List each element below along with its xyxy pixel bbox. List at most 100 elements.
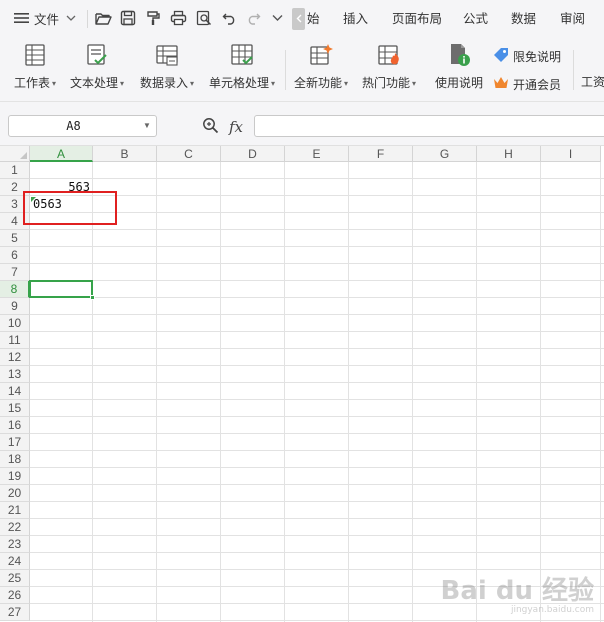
column-header-h[interactable]: H — [477, 146, 541, 162]
row-header-3[interactable]: 3 — [0, 196, 30, 213]
row-header-1[interactable]: 1 — [0, 162, 30, 179]
row-gridline — [30, 484, 604, 485]
row-header-11[interactable]: 11 — [0, 332, 30, 349]
cell-a3[interactable]: 0563 — [30, 196, 93, 213]
tab-insert[interactable]: 插入 — [343, 0, 368, 36]
column-gridline — [600, 162, 601, 622]
row-gridline — [30, 620, 604, 621]
select-all-button[interactable] — [0, 146, 30, 162]
column-header-a[interactable]: A — [30, 146, 93, 162]
row-header-19[interactable]: 19 — [0, 468, 30, 485]
text-number-indicator-icon — [31, 197, 36, 202]
row-header-8[interactable]: 8 — [0, 281, 30, 298]
document-info-icon — [447, 43, 471, 67]
column-header-c[interactable]: C — [157, 146, 221, 162]
row-header-25[interactable]: 25 — [0, 570, 30, 587]
row-header-20[interactable]: 20 — [0, 485, 30, 502]
undo-icon — [222, 11, 237, 25]
row-gridline — [30, 518, 604, 519]
dropdown-caret-icon: ▾ — [412, 79, 417, 88]
open-button[interactable] — [95, 0, 112, 36]
print-button[interactable] — [170, 0, 187, 36]
payroll-button[interactable]: 工资 — [581, 71, 604, 91]
row-gridline — [30, 178, 604, 179]
redo-button[interactable] — [246, 0, 261, 36]
row-header-9[interactable]: 9 — [0, 298, 30, 315]
tab-scroll-left-button[interactable] — [292, 8, 305, 30]
zoom-search-icon[interactable] — [202, 117, 219, 137]
row-gridline — [30, 331, 604, 332]
row-header-23[interactable]: 23 — [0, 536, 30, 553]
formula-tools: fx — [202, 117, 243, 137]
cell-processing-button[interactable]: 单元格处理 ▾ — [204, 40, 280, 96]
row-header-27[interactable]: 27 — [0, 604, 30, 621]
vip-membership-button[interactable]: 开通会员 — [493, 74, 561, 94]
tag-icon — [493, 47, 513, 66]
tab-data[interactable]: 数据 — [511, 0, 536, 36]
row-gridline — [30, 433, 604, 434]
text-processing-icon — [85, 43, 109, 67]
column-header-e[interactable]: E — [285, 146, 349, 162]
formula-input[interactable] — [254, 115, 604, 137]
row-header-26[interactable]: 26 — [0, 587, 30, 604]
row-header-7[interactable]: 7 — [0, 264, 30, 281]
row-header-4[interactable]: 4 — [0, 213, 30, 230]
worksheet-button[interactable]: 工作表 ▾ — [8, 40, 62, 96]
data-entry-button[interactable]: 数据录入 ▾ — [135, 40, 199, 96]
row-header-5[interactable]: 5 — [0, 230, 30, 247]
active-cell-selection[interactable] — [29, 280, 95, 300]
column-gridline — [412, 162, 413, 622]
quick-access-more-button[interactable] — [272, 0, 283, 36]
file-menu-button[interactable]: 文件 — [14, 0, 76, 36]
row-gridline — [30, 552, 604, 553]
row-header-21[interactable]: 21 — [0, 502, 30, 519]
row-header-17[interactable]: 17 — [0, 434, 30, 451]
row-header-24[interactable]: 24 — [0, 553, 30, 570]
spreadsheet-grid[interactable]: ABCDEFGHI 1 2 3 4 5 6 7 8 9 10 11 12 13 14 15 16 17 18 19 2… — [0, 146, 604, 622]
row-header-10[interactable]: 10 — [0, 315, 30, 332]
hot-features-button[interactable]: 热门功能 ▾ — [358, 40, 420, 96]
cell-a2[interactable]: 563 — [30, 179, 93, 196]
print-preview-button[interactable] — [196, 0, 213, 36]
chevron-left-icon — [296, 12, 302, 26]
chevron-down-icon — [66, 15, 76, 22]
dropdown-caret-icon: ▾ — [120, 79, 125, 88]
row-header-15[interactable]: 15 — [0, 400, 30, 417]
row-header-14[interactable]: 14 — [0, 383, 30, 400]
row-header-16[interactable]: 16 — [0, 417, 30, 434]
name-box[interactable]: A8 ▼ — [8, 115, 157, 137]
free-trial-info-button[interactable]: 限免说明 — [493, 46, 561, 66]
row-header-18[interactable]: 18 — [0, 451, 30, 468]
row-gridline — [30, 501, 604, 502]
free-trial-info-label: 限免说明 — [513, 49, 562, 64]
worksheet-label: 工作表 — [13, 76, 50, 90]
new-features-button[interactable]: 全新功能 ▾ — [290, 40, 352, 96]
row-header-13[interactable]: 13 — [0, 366, 30, 383]
tab-page-layout[interactable]: 页面布局 — [392, 0, 442, 36]
column-header-b[interactable]: B — [93, 146, 157, 162]
tab-review[interactable]: 审阅 — [560, 0, 585, 36]
row-header-2[interactable]: 2 — [0, 179, 30, 196]
row-header-12[interactable]: 12 — [0, 349, 30, 366]
save-button[interactable] — [120, 0, 136, 36]
format-painter-button[interactable] — [145, 0, 161, 36]
usage-guide-button[interactable]: 使用说明 — [430, 40, 488, 96]
row-header-22[interactable]: 22 — [0, 519, 30, 536]
chevron-down-icon[interactable]: ▼ — [140, 116, 154, 136]
tab-formulas[interactable]: 公式 — [463, 0, 488, 36]
column-header-d[interactable]: D — [221, 146, 285, 162]
row-gridline — [30, 365, 604, 366]
column-gridline — [156, 162, 157, 622]
column-header-g[interactable]: G — [413, 146, 477, 162]
hot-features-icon — [377, 43, 401, 67]
row-header-6[interactable]: 6 — [0, 247, 30, 264]
column-header-f[interactable]: F — [349, 146, 413, 162]
undo-button[interactable] — [222, 0, 237, 36]
dropdown-caret-icon: ▾ — [190, 79, 195, 88]
tab-start[interactable]: 始 — [307, 0, 320, 36]
insert-function-button[interactable]: fx — [229, 118, 243, 136]
text-processing-button[interactable]: 文本处理 ▾ — [66, 40, 128, 96]
ribbon-separator — [573, 50, 574, 90]
column-header-i[interactable]: I — [541, 146, 601, 162]
vip-membership-label: 开通会员 — [513, 77, 562, 92]
